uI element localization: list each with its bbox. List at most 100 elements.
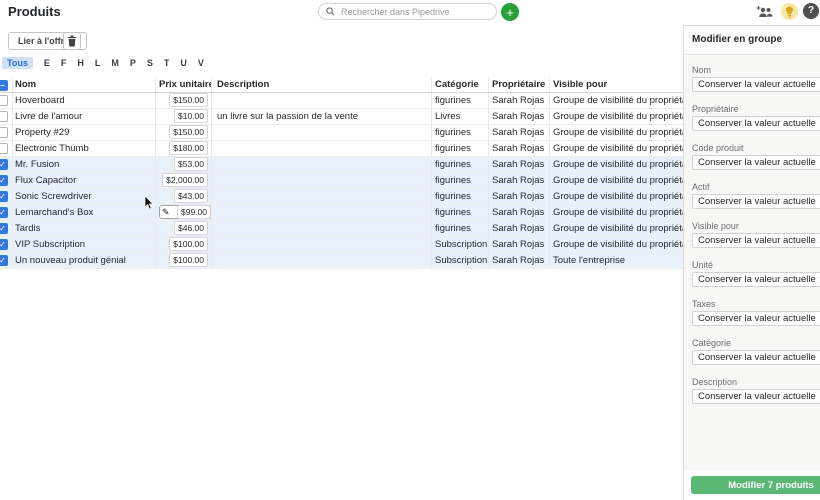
product-name-cell[interactable]: VIP Subscription — [12, 237, 155, 252]
table-row: ✓Lemarchand's Box✎$99.00figurinesSarah R… — [0, 205, 683, 221]
row-checkbox[interactable]: ✓ — [0, 255, 8, 266]
alphabet-filter-letter[interactable]: V — [198, 58, 204, 68]
row-checkbox-cell — [0, 141, 12, 156]
price-value[interactable]: $150.00 — [169, 125, 208, 139]
price-value[interactable]: $150.00 — [169, 93, 208, 107]
bulk-edit-field-label: Visible pour — [692, 221, 820, 231]
column-header-owner[interactable]: Propriétaire — [488, 78, 549, 92]
product-name-cell[interactable]: Livre de l'amour — [12, 109, 155, 124]
product-owner-cell: Sarah Rojas — [488, 125, 549, 140]
product-price-cell[interactable]: $53.00 — [155, 157, 211, 172]
column-header-cat[interactable]: Catégorie — [431, 78, 488, 92]
bulk-edit-field-select[interactable]: Conserver la valeur actuelle — [692, 233, 820, 248]
product-name-cell[interactable]: Tardis — [12, 221, 155, 236]
alphabet-filter-letter[interactable]: P — [130, 58, 136, 68]
bulk-edit-submit-button[interactable]: Modifier 7 produits — [691, 476, 820, 494]
alphabet-filter-letter[interactable]: U — [180, 58, 187, 68]
select-all-checkbox[interactable]: – — [0, 80, 8, 91]
bulk-edit-field-select[interactable]: Conserver la valeur actuelle — [692, 272, 820, 287]
alphabet-filter-letter[interactable]: M — [111, 58, 119, 68]
bulk-edit-field-select[interactable]: Conserver la valeur actuelle — [692, 350, 820, 365]
row-checkbox-cell: ✓ — [0, 157, 12, 172]
row-checkbox[interactable] — [0, 127, 8, 138]
product-description-cell — [211, 237, 431, 252]
inline-edit-box[interactable]: ✎$99.00 — [159, 205, 211, 219]
column-header-price[interactable]: Prix unitaire — [155, 78, 211, 92]
alphabet-filter-letter[interactable]: S — [147, 58, 153, 68]
edit-pencil-icon[interactable]: ✎ — [162, 207, 170, 217]
search-input[interactable] — [339, 6, 483, 18]
product-name-cell[interactable]: Un nouveau produit génial — [12, 253, 155, 268]
row-checkbox[interactable]: ✓ — [0, 239, 8, 250]
product-visibility-cell: Groupe de visibilité du propriétaire — [549, 237, 683, 252]
bulk-edit-field-select[interactable]: Conserver la valeur actuelle — [692, 311, 820, 326]
bulk-edit-field: PropriétaireConserver la valeur actuelle — [692, 104, 820, 131]
column-header-desc[interactable]: Description — [211, 78, 431, 92]
bulk-edit-field-select[interactable]: Conserver la valeur actuelle — [692, 389, 820, 404]
alphabet-filter-letter[interactable]: E — [44, 58, 50, 68]
product-name-cell[interactable]: Sonic Screwdriver — [12, 189, 155, 204]
product-name-cell[interactable]: Flux Capacitor — [12, 173, 155, 188]
global-search[interactable] — [318, 3, 497, 20]
product-name-cell[interactable]: Lemarchand's Box — [12, 205, 155, 220]
row-checkbox-cell: ✓ — [0, 253, 12, 268]
product-visibility-cell: Groupe de visibilité du propriétaire — [549, 141, 683, 156]
bulk-edit-footer: Modifier 7 produits — [684, 470, 820, 500]
product-price-cell[interactable]: $150.00 — [155, 125, 211, 140]
row-checkbox-cell: ✓ — [0, 237, 12, 252]
product-price-cell[interactable]: $100.00 — [155, 237, 211, 252]
price-value[interactable]: $180.00 — [169, 141, 208, 155]
bulk-edit-field-select[interactable]: Conserver la valeur actuelle — [692, 77, 820, 92]
row-checkbox[interactable] — [0, 111, 8, 122]
alphabet-filter-letter[interactable]: H — [77, 58, 84, 68]
product-price-cell[interactable]: $10.00 — [155, 109, 211, 124]
product-name-cell[interactable]: Hoverboard — [12, 93, 155, 108]
price-value[interactable]: $53.00 — [174, 157, 208, 171]
products-table: –NomPrix unitaireDescriptionCatégoriePro… — [0, 78, 683, 269]
row-checkbox-cell: ✓ — [0, 173, 12, 188]
bulk-edit-field-select[interactable]: Conserver la valeur actuelle — [692, 194, 820, 209]
row-checkbox[interactable]: ✓ — [0, 175, 8, 186]
row-checkbox[interactable] — [0, 143, 8, 154]
alphabet-filter-letter[interactable]: T — [164, 58, 170, 68]
bulk-edit-title: Modifier en groupe — [684, 26, 820, 53]
alphabet-filter-all[interactable]: Tous — [2, 57, 33, 69]
product-price-cell[interactable]: $100.00 — [155, 253, 211, 268]
table-row: ✓Sonic Screwdriver$43.00figurinesSarah R… — [0, 189, 683, 205]
bulk-edit-field-select[interactable]: Conserver la valeur actuelle — [692, 116, 820, 131]
product-name-cell[interactable]: Mr. Fusion — [12, 157, 155, 172]
product-price-cell[interactable]: $180.00 — [155, 141, 211, 156]
delete-button[interactable] — [63, 32, 81, 50]
quick-add-button[interactable]: + — [501, 3, 519, 21]
bulk-edit-body: NomConserver la valeur actuellePropriéta… — [684, 54, 820, 470]
price-value[interactable]: $2,000.00 — [162, 173, 208, 187]
product-price-cell[interactable]: $150.00 — [155, 93, 211, 108]
alphabet-filter-letter[interactable]: L — [95, 58, 101, 68]
product-price-cell[interactable]: $43.00 — [155, 189, 211, 204]
price-value[interactable]: $100.00 — [169, 237, 208, 251]
row-checkbox[interactable]: ✓ — [0, 207, 8, 218]
lightbulb-icon[interactable] — [781, 3, 798, 20]
product-visibility-cell: Toute l'entreprise — [549, 253, 683, 268]
column-header-visible[interactable]: Visible pour — [549, 78, 683, 92]
row-checkbox[interactable]: ✓ — [0, 223, 8, 234]
header-checkbox-cell: – — [0, 78, 12, 92]
product-price-cell[interactable]: ✎$99.00 — [155, 205, 211, 220]
price-value[interactable]: $10.00 — [174, 109, 208, 123]
product-owner-cell: Sarah Rojas — [488, 93, 549, 108]
row-checkbox[interactable] — [0, 95, 8, 106]
product-name-cell[interactable]: Electronic Thumb — [12, 141, 155, 156]
price-value[interactable]: $43.00 — [174, 189, 208, 203]
product-price-cell[interactable]: $46.00 — [155, 221, 211, 236]
alphabet-filter-letter[interactable]: F — [61, 58, 67, 68]
bulk-edit-field-select[interactable]: Conserver la valeur actuelle — [692, 155, 820, 170]
column-header-name[interactable]: Nom — [12, 78, 155, 92]
row-checkbox[interactable]: ✓ — [0, 191, 8, 202]
help-icon[interactable]: ? — [803, 3, 819, 19]
row-checkbox[interactable]: ✓ — [0, 159, 8, 170]
product-price-cell[interactable]: $2,000.00 — [155, 173, 211, 188]
price-value[interactable]: $46.00 — [174, 221, 208, 235]
product-name-cell[interactable]: Property #29 — [12, 125, 155, 140]
add-users-icon[interactable] — [756, 5, 774, 19]
price-value[interactable]: $100.00 — [169, 253, 208, 267]
